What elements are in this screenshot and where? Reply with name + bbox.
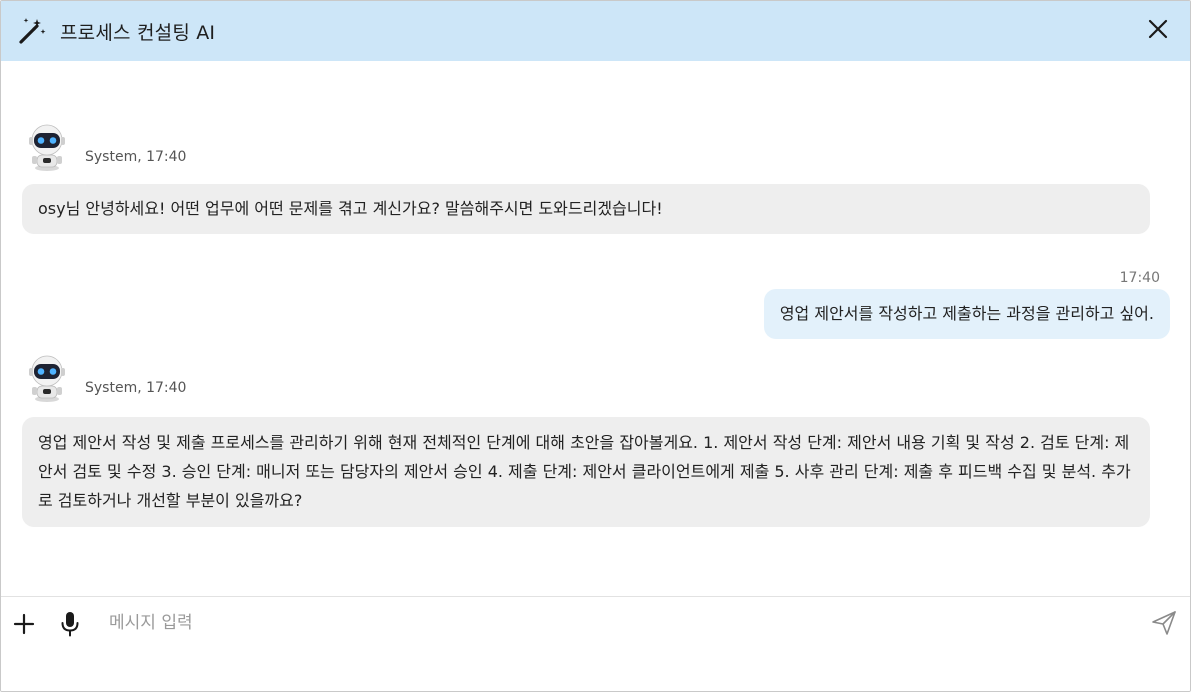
- chat-window: 프로세스 컨설팅 AI System, 17:40 osy님 안녕하세요! 어떤…: [0, 0, 1191, 692]
- message-text: osy님 안녕하세요! 어떤 업무에 어떤 문제를 겪고 계신가요? 말씀해주시…: [38, 199, 663, 218]
- bot-message-bubble: osy님 안녕하세요! 어떤 업무에 어떤 문제를 겪고 계신가요? 말씀해주시…: [22, 184, 1150, 234]
- close-icon[interactable]: [1146, 17, 1170, 41]
- app-title: 프로세스 컨설팅 AI: [60, 22, 216, 44]
- bot-avatar: [29, 124, 65, 171]
- bot-message-bubble: 영업 제안서 작성 및 제출 프로세스를 관리하기 위해 현재 전체적인 단계에…: [22, 417, 1150, 527]
- message-input-bar: [1, 596, 1190, 691]
- plus-icon[interactable]: [13, 613, 35, 635]
- bot-avatar: [29, 355, 65, 402]
- magic-wand-icon: [19, 18, 46, 44]
- message-text: 영업 제안서 작성 및 제출 프로세스를 관리하기 위해 현재 전체적인 단계에…: [38, 433, 1131, 510]
- message-input[interactable]: [107, 605, 1131, 641]
- microphone-icon[interactable]: [59, 611, 81, 637]
- user-message-bubble: 영업 제안서를 작성하고 제출하는 과정을 관리하고 싶어.: [763, 289, 1170, 339]
- header-bar: 프로세스 컨설팅 AI: [1, 1, 1190, 61]
- message-text: 영업 제안서를 작성하고 제출하는 과정을 관리하고 싶어.: [779, 304, 1154, 323]
- send-icon[interactable]: [1150, 609, 1178, 637]
- message-meta: System, 17:40: [85, 149, 187, 165]
- message-meta: System, 17:40: [85, 380, 187, 396]
- user-message-time: 17:40: [1119, 270, 1160, 286]
